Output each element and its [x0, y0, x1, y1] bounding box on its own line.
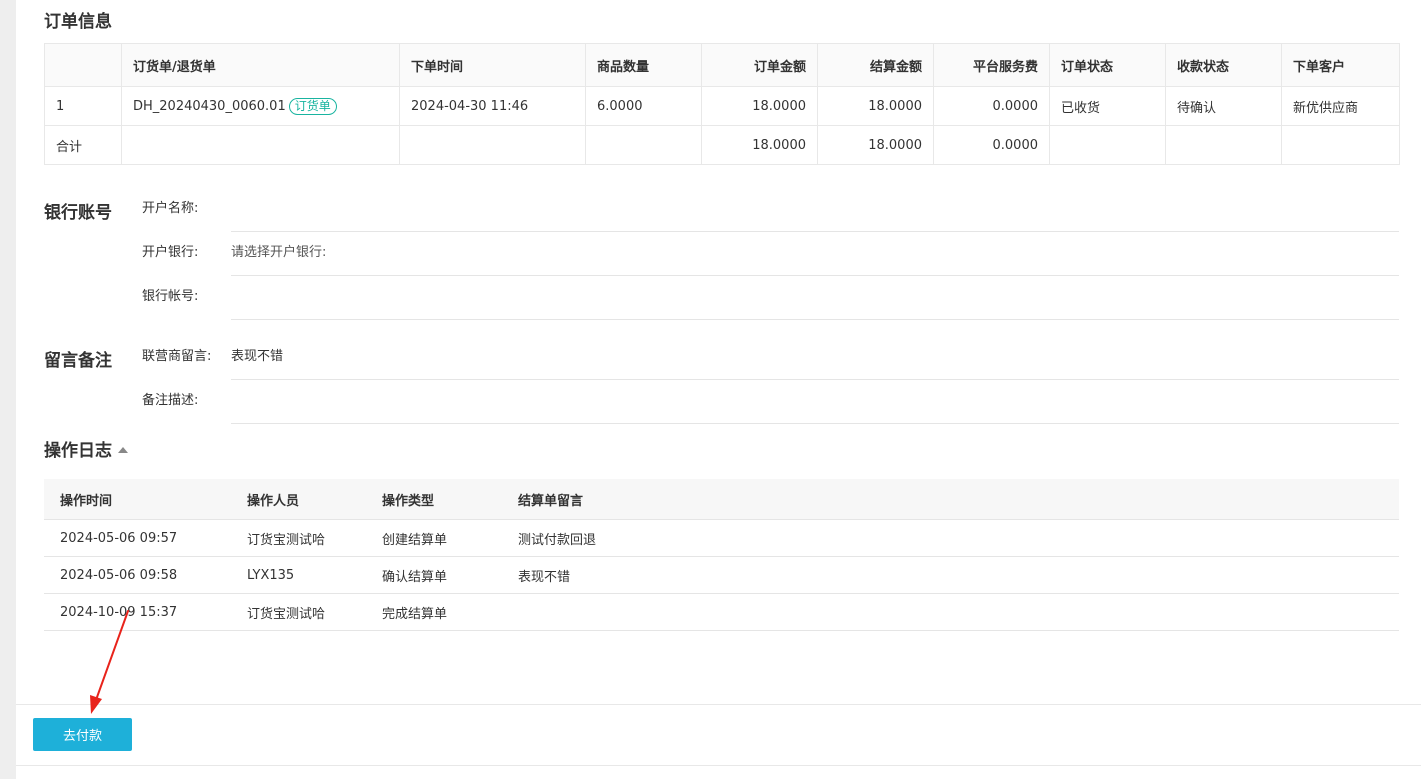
account-no-row: 银行帐号: — [142, 275, 1399, 320]
log-operator: LYX135 — [231, 556, 366, 594]
desc-label: 备注描述: — [142, 393, 199, 408]
log-col-operator: 操作人员 — [231, 479, 366, 520]
col-qty: 商品数量 — [585, 43, 702, 87]
total-order-amount: 18.0000 — [701, 125, 818, 165]
table-row: 1 DH_20240430_0060.01 订货单 2024-04-30 11:4… — [44, 86, 1400, 126]
order-time: 2024-04-30 11:46 — [399, 86, 586, 126]
log-col-type: 操作类型 — [366, 479, 502, 520]
payment-status: 待确认 — [1165, 86, 1282, 126]
left-scroll-strip — [0, 0, 16, 779]
total-label: 合计 — [44, 125, 122, 165]
settle-amount: 18.0000 — [817, 86, 934, 126]
bank-section-title: 银行账号 — [44, 203, 112, 223]
order-table: 订货单/退货单 下单时间 商品数量 订单金额 结算金额 平台服务费 订单状态 收… — [44, 43, 1400, 165]
log-table-header: 操作时间 操作人员 操作类型 结算单留言 — [44, 479, 1399, 520]
total-settle-amount: 18.0000 — [817, 125, 934, 165]
log-message: 表现不错 — [502, 556, 1399, 594]
order-no-cell: DH_20240430_0060.01 订货单 — [121, 86, 400, 126]
log-type: 确认结算单 — [366, 556, 502, 594]
order-qty: 6.0000 — [585, 86, 702, 126]
order-no-link[interactable]: DH_20240430_0060.01 — [133, 99, 286, 114]
log-type: 完成结算单 — [366, 593, 502, 631]
total-service-fee: 0.0000 — [933, 125, 1050, 165]
log-col-message: 结算单留言 — [502, 479, 1399, 520]
row-index: 1 — [44, 86, 122, 126]
message-label: 联营商留言: — [142, 349, 212, 364]
account-name-row: 开户名称: — [142, 187, 1399, 232]
col-settle-amount: 结算金额 — [817, 43, 934, 87]
col-order-no: 订货单/退货单 — [121, 43, 400, 87]
account-name-field[interactable] — [231, 187, 1399, 232]
table-row: 2024-05-06 09:57 订货宝测试哈 创建结算单 测试付款回退 — [44, 519, 1399, 557]
log-section-title: 操作日志 — [44, 441, 112, 461]
footer-bottom-divider — [16, 765, 1421, 766]
order-table-header: 订货单/退货单 下单时间 商品数量 订单金额 结算金额 平台服务费 订单状态 收… — [44, 43, 1400, 87]
log-time: 2024-05-06 09:58 — [44, 556, 231, 594]
desc-row: 备注描述: — [142, 379, 1399, 424]
total-row: 合计 18.0000 18.0000 0.0000 — [44, 125, 1400, 165]
message-field: 表现不错 — [231, 335, 1399, 380]
bank-select[interactable]: 请选择开户银行: — [231, 231, 1399, 276]
settlement-detail-page: 订单信息 订货单/退货单 下单时间 商品数量 订单金额 结算金额 平台服务费 订… — [16, 0, 1421, 779]
order-type-tag: 订货单 — [288, 97, 337, 115]
account-no-label: 银行帐号: — [142, 289, 199, 304]
col-customer: 下单客户 — [1281, 43, 1400, 87]
table-row: 2024-10-09 15:37 订货宝测试哈 完成结算单 — [44, 593, 1399, 631]
order-amount: 18.0000 — [701, 86, 818, 126]
message-row: 联营商留言: 表现不错 — [142, 335, 1399, 380]
col-payment-status: 收款状态 — [1165, 43, 1282, 87]
col-order-amount: 订单金额 — [701, 43, 818, 87]
desc-field[interactable] — [231, 379, 1399, 424]
col-order-status: 订单状态 — [1049, 43, 1166, 87]
log-table: 操作时间 操作人员 操作类型 结算单留言 2024-05-06 09:57 订货… — [44, 479, 1399, 631]
col-order-time: 下单时间 — [399, 43, 586, 87]
log-type: 创建结算单 — [366, 519, 502, 557]
caret-up-icon[interactable] — [118, 447, 128, 453]
account-no-field[interactable] — [231, 275, 1399, 320]
bank-label: 开户银行: — [142, 245, 199, 260]
col-index — [44, 43, 122, 87]
log-operator: 订货宝测试哈 — [231, 519, 366, 557]
log-section-header[interactable]: 操作日志 — [44, 436, 128, 461]
account-name-label: 开户名称: — [142, 201, 199, 216]
log-time: 2024-10-09 15:37 — [44, 593, 231, 631]
footer-divider — [16, 704, 1421, 705]
go-pay-button[interactable]: 去付款 — [33, 718, 132, 751]
table-row: 2024-05-06 09:58 LYX135 确认结算单 表现不错 — [44, 556, 1399, 594]
col-service-fee: 平台服务费 — [933, 43, 1050, 87]
log-operator: 订货宝测试哈 — [231, 593, 366, 631]
order-status: 已收货 — [1049, 86, 1166, 126]
order-customer: 新优供应商 — [1281, 86, 1400, 126]
bank-row: 开户银行: 请选择开户银行: — [142, 231, 1399, 276]
remarks-section-title: 留言备注 — [44, 351, 112, 371]
service-fee: 0.0000 — [933, 86, 1050, 126]
log-time: 2024-05-06 09:57 — [44, 519, 231, 557]
log-message — [502, 593, 1399, 631]
log-col-time: 操作时间 — [44, 479, 231, 520]
order-info-title: 订单信息 — [44, 12, 112, 32]
log-message: 测试付款回退 — [502, 519, 1399, 557]
